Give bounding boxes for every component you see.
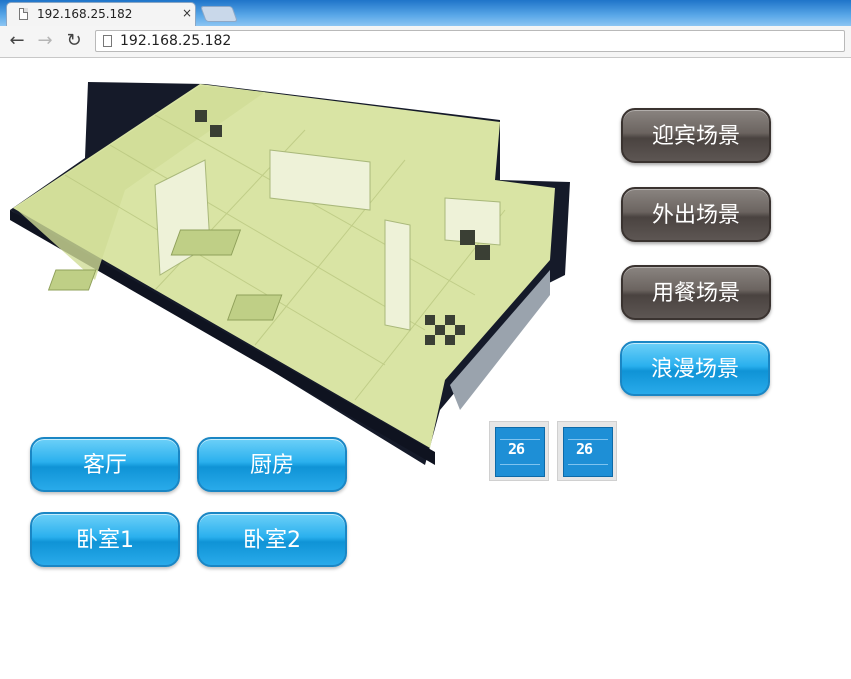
thermostat-temperature: 26 [508,440,525,458]
thermostat-screen: 26 [495,427,545,477]
scene-button-away[interactable]: 外出场景 [621,187,771,242]
thermostat-screen: 26 [563,427,613,477]
page-icon [103,35,112,47]
forward-arrow-icon[interactable]: → [34,30,56,52]
browser-tab[interactable]: 192.168.25.182 × [6,2,196,26]
room-button-kitchen[interactable]: 厨房 [197,437,347,492]
room-button-bedroom-1[interactable]: 卧室1 [30,512,180,567]
address-text: 192.168.25.182 [120,33,232,49]
browser-toolbar: ← → ↻ 192.168.25.182 [0,26,851,58]
tab-title: 192.168.25.182 [37,7,133,21]
floor-plan-image [10,82,570,465]
reload-icon[interactable]: ↻ [63,30,85,52]
thermostat-status-row [568,431,608,440]
room-button-living-room[interactable]: 客厅 [30,437,180,492]
scene-button-romantic[interactable]: 浪漫场景 [620,341,770,396]
back-arrow-icon[interactable]: ← [6,30,28,52]
thermostat-button-row [568,464,608,473]
room-button-bedroom-2[interactable]: 卧室2 [197,512,347,567]
address-bar[interactable]: 192.168.25.182 [95,30,845,52]
thermostat-panel-2[interactable]: 26 [557,421,617,481]
thermostat-temperature: 26 [576,440,593,458]
thermostat-status-row [500,431,540,440]
thermostat-button-row [500,464,540,473]
page-icon [19,8,28,20]
scene-button-welcome[interactable]: 迎宾场景 [621,108,771,163]
close-tab-icon[interactable]: × [182,6,192,20]
window-titlebar: 192.168.25.182 × [0,0,851,26]
new-tab-button[interactable] [200,6,238,22]
thermostat-panel-1[interactable]: 26 [489,421,549,481]
scene-button-dining[interactable]: 用餐场景 [621,265,771,320]
